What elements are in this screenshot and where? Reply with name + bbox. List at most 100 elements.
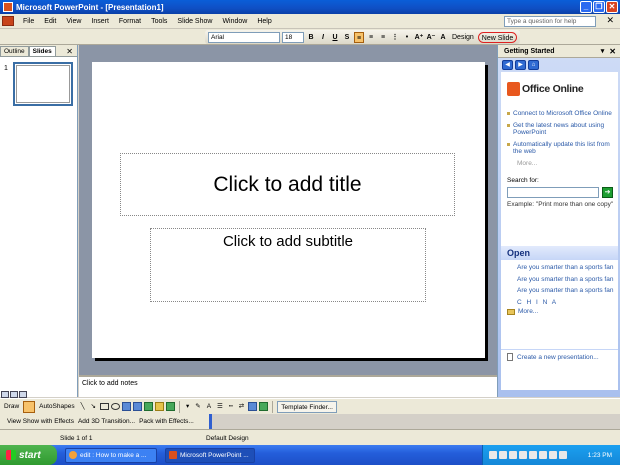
shadow-button[interactable]: S: [342, 32, 352, 43]
line-style-icon[interactable]: ☰: [215, 401, 225, 413]
slide-sorter-icon[interactable]: [10, 391, 18, 398]
home-icon[interactable]: ⌂: [528, 60, 539, 70]
align-right-icon[interactable]: ≡: [378, 32, 388, 43]
font-color-icon[interactable]: A: [438, 32, 448, 43]
list-item[interactable]: Automatically update this list from the …: [507, 141, 614, 156]
bullets-icon[interactable]: •: [402, 32, 412, 43]
slide-editing-area: Click to add title Click to add subtitle: [79, 45, 497, 375]
slide-canvas[interactable]: Click to add title Click to add subtitle: [92, 62, 485, 358]
list-item[interactable]: Connect to Microsoft Office Online: [507, 110, 614, 118]
view-buttons: [0, 391, 78, 398]
tab-outline[interactable]: Outline: [0, 46, 29, 56]
taskbar-item-browser[interactable]: edit : How to make a ...: [65, 447, 157, 463]
add-3d-transition-button[interactable]: Add 3D Transition...: [78, 418, 135, 425]
pack-with-effects-button[interactable]: Pack with Effects...: [139, 418, 194, 425]
rectangle-icon[interactable]: [99, 403, 109, 410]
recent-file[interactable]: Are you smarter than a sports fan: [517, 264, 615, 272]
tray-icon[interactable]: [539, 451, 547, 459]
close-pane-icon[interactable]: ✕: [609, 45, 616, 57]
shadow-style-icon[interactable]: [248, 402, 258, 411]
back-icon[interactable]: ◀: [502, 60, 513, 70]
start-button[interactable]: start: [0, 445, 57, 465]
menu-file[interactable]: File: [18, 18, 39, 25]
menu-window[interactable]: Window: [217, 18, 252, 25]
design-button[interactable]: Design: [450, 32, 476, 43]
menu-insert[interactable]: Insert: [86, 18, 114, 25]
underline-button[interactable]: U: [330, 32, 340, 43]
list-item[interactable]: Get the latest news about using PowerPoi…: [507, 122, 614, 137]
formatting-toolbar: Arial 18 B I U S ≡ ≡ ≡ ⋮ • A⁺ A⁻ A Desig…: [0, 29, 620, 45]
tray-icon[interactable]: [559, 451, 567, 459]
tray-icon[interactable]: [509, 451, 517, 459]
wordart-icon[interactable]: [132, 402, 142, 411]
close-document-icon[interactable]: ✕: [606, 15, 614, 26]
font-name-select[interactable]: Arial: [208, 31, 280, 43]
close-panel-icon[interactable]: ✕: [66, 47, 73, 56]
italic-button[interactable]: I: [318, 32, 328, 43]
restore-icon[interactable]: ❐: [593, 1, 605, 13]
subtitle-placeholder[interactable]: Click to add subtitle: [150, 228, 426, 302]
slide-thumbnail[interactable]: [13, 62, 73, 106]
fill-color-icon[interactable]: ▾: [184, 401, 191, 413]
line-color-icon[interactable]: ✎: [193, 401, 202, 413]
create-new-presentation-link[interactable]: Create a new presentation...: [501, 349, 618, 361]
view-show-button[interactable]: View Show with Effects: [7, 418, 74, 425]
recent-file[interactable]: C H I N A: [517, 299, 615, 307]
recent-file[interactable]: Are you smarter than a sports fan: [517, 276, 615, 284]
bold-button[interactable]: B: [306, 32, 316, 43]
normal-view-icon[interactable]: [1, 391, 9, 398]
oval-icon[interactable]: [110, 403, 120, 410]
dash-style-icon[interactable]: ┅: [227, 401, 235, 413]
menu-help[interactable]: Help: [252, 18, 276, 25]
tray-icon[interactable]: [489, 451, 497, 459]
tray-icon[interactable]: [519, 451, 527, 459]
tray-icon[interactable]: [499, 451, 507, 459]
line-icon[interactable]: ╲: [79, 401, 87, 413]
new-slide-button[interactable]: New Slide: [477, 31, 518, 43]
tray-icon[interactable]: [549, 451, 557, 459]
font-size-select[interactable]: 18: [282, 31, 304, 43]
title-placeholder[interactable]: Click to add title: [120, 153, 455, 216]
menu-slide-show[interactable]: Slide Show: [172, 18, 217, 25]
textbox-icon[interactable]: [121, 402, 131, 411]
search-input[interactable]: [507, 186, 599, 198]
diagram-icon[interactable]: [143, 402, 153, 411]
font-color-draw-icon[interactable]: A: [205, 401, 213, 413]
notes-pane[interactable]: Click to add notes: [79, 375, 497, 397]
increase-font-icon[interactable]: A⁺: [414, 32, 424, 43]
help-search-input[interactable]: Type a question for help: [504, 16, 596, 27]
search-go-button[interactable]: ➔: [602, 186, 613, 198]
menu-tools[interactable]: Tools: [146, 18, 172, 25]
open-more-link[interactable]: More...: [507, 308, 615, 315]
formatting-controls: Arial 18 B I U S ≡ ≡ ≡ ⋮ • A⁺ A⁻ A Desig…: [205, 30, 521, 44]
close-icon[interactable]: ✕: [606, 1, 618, 13]
menu-format[interactable]: Format: [114, 18, 146, 25]
slide-show-icon[interactable]: [19, 391, 27, 398]
arrow-style-icon[interactable]: ⇄: [237, 401, 246, 413]
numbering-icon[interactable]: ⋮: [390, 32, 400, 43]
picture-icon[interactable]: [165, 402, 175, 411]
clipart-icon[interactable]: [154, 402, 164, 411]
task-pane-nav: ◀ ▶ ⌂: [498, 58, 620, 72]
dropdown-icon[interactable]: ▾: [601, 45, 605, 57]
minimize-icon[interactable]: _: [580, 1, 592, 13]
decrease-font-icon[interactable]: A⁻: [426, 32, 436, 43]
3d-style-icon[interactable]: [259, 402, 269, 411]
template-finder-button[interactable]: Template Finder...: [277, 400, 337, 413]
taskbar-item-powerpoint[interactable]: Microsoft PowerPoint ...: [165, 447, 255, 463]
document-icon[interactable]: [2, 16, 14, 26]
align-center-icon[interactable]: ≡: [366, 32, 376, 43]
draw-menu[interactable]: Draw: [2, 401, 21, 413]
more-link[interactable]: More...: [517, 160, 618, 167]
menu-edit[interactable]: Edit: [39, 18, 61, 25]
autoshapes-menu[interactable]: AutoShapes: [37, 401, 76, 413]
recent-file[interactable]: Are you smarter than a sports fan: [517, 287, 615, 295]
menu-view[interactable]: View: [61, 18, 86, 25]
arrow-icon[interactable]: ↘: [89, 401, 98, 413]
tray-icon[interactable]: [529, 451, 537, 459]
select-pointer-icon[interactable]: [23, 400, 36, 413]
search-row: ➔: [507, 186, 618, 198]
tab-slides[interactable]: Slides: [28, 46, 56, 56]
forward-icon[interactable]: ▶: [515, 60, 526, 70]
align-left-icon[interactable]: ≡: [354, 31, 364, 43]
